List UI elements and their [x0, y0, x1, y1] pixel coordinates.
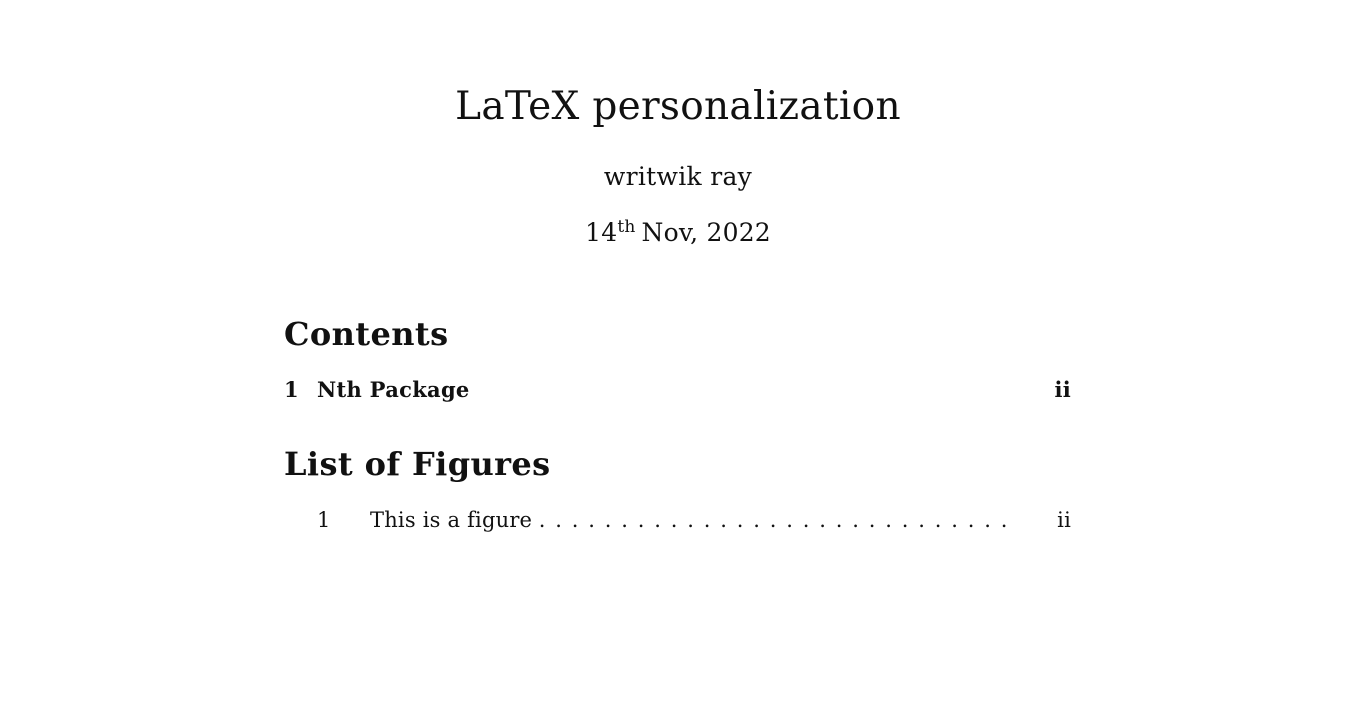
- date-rest: Nov, 2022: [641, 218, 771, 247]
- document-date: 14th Nov, 2022: [0, 215, 1356, 254]
- document-title: LaTeX personalization: [455, 84, 901, 129]
- dot-leader: .............................: [538, 508, 1008, 532]
- list-of-figures-heading: List of Figures: [284, 445, 551, 483]
- lof-entry-label[interactable]: This is a figure: [370, 505, 537, 535]
- lof-entry-number: 1: [317, 508, 331, 532]
- toc-entry-page[interactable]: ii: [1054, 375, 1071, 405]
- document-author: writwik ray: [603, 162, 753, 191]
- date-day-suffix: th: [617, 217, 636, 237]
- document-page: LaTeX personalization writwik ray 14th No…: [0, 0, 1356, 709]
- toc-entry[interactable]: 1 Nth Package ii: [284, 375, 1071, 405]
- contents-heading: Contents: [284, 315, 449, 353]
- lof-entry-page[interactable]: ii: [1057, 505, 1071, 535]
- toc-entry-label[interactable]: Nth Package: [317, 375, 470, 405]
- toc-entry-number: 1: [284, 377, 299, 402]
- lof-entry[interactable]: 1 ............................. This is …: [284, 505, 1071, 535]
- date-day: 14: [585, 218, 618, 247]
